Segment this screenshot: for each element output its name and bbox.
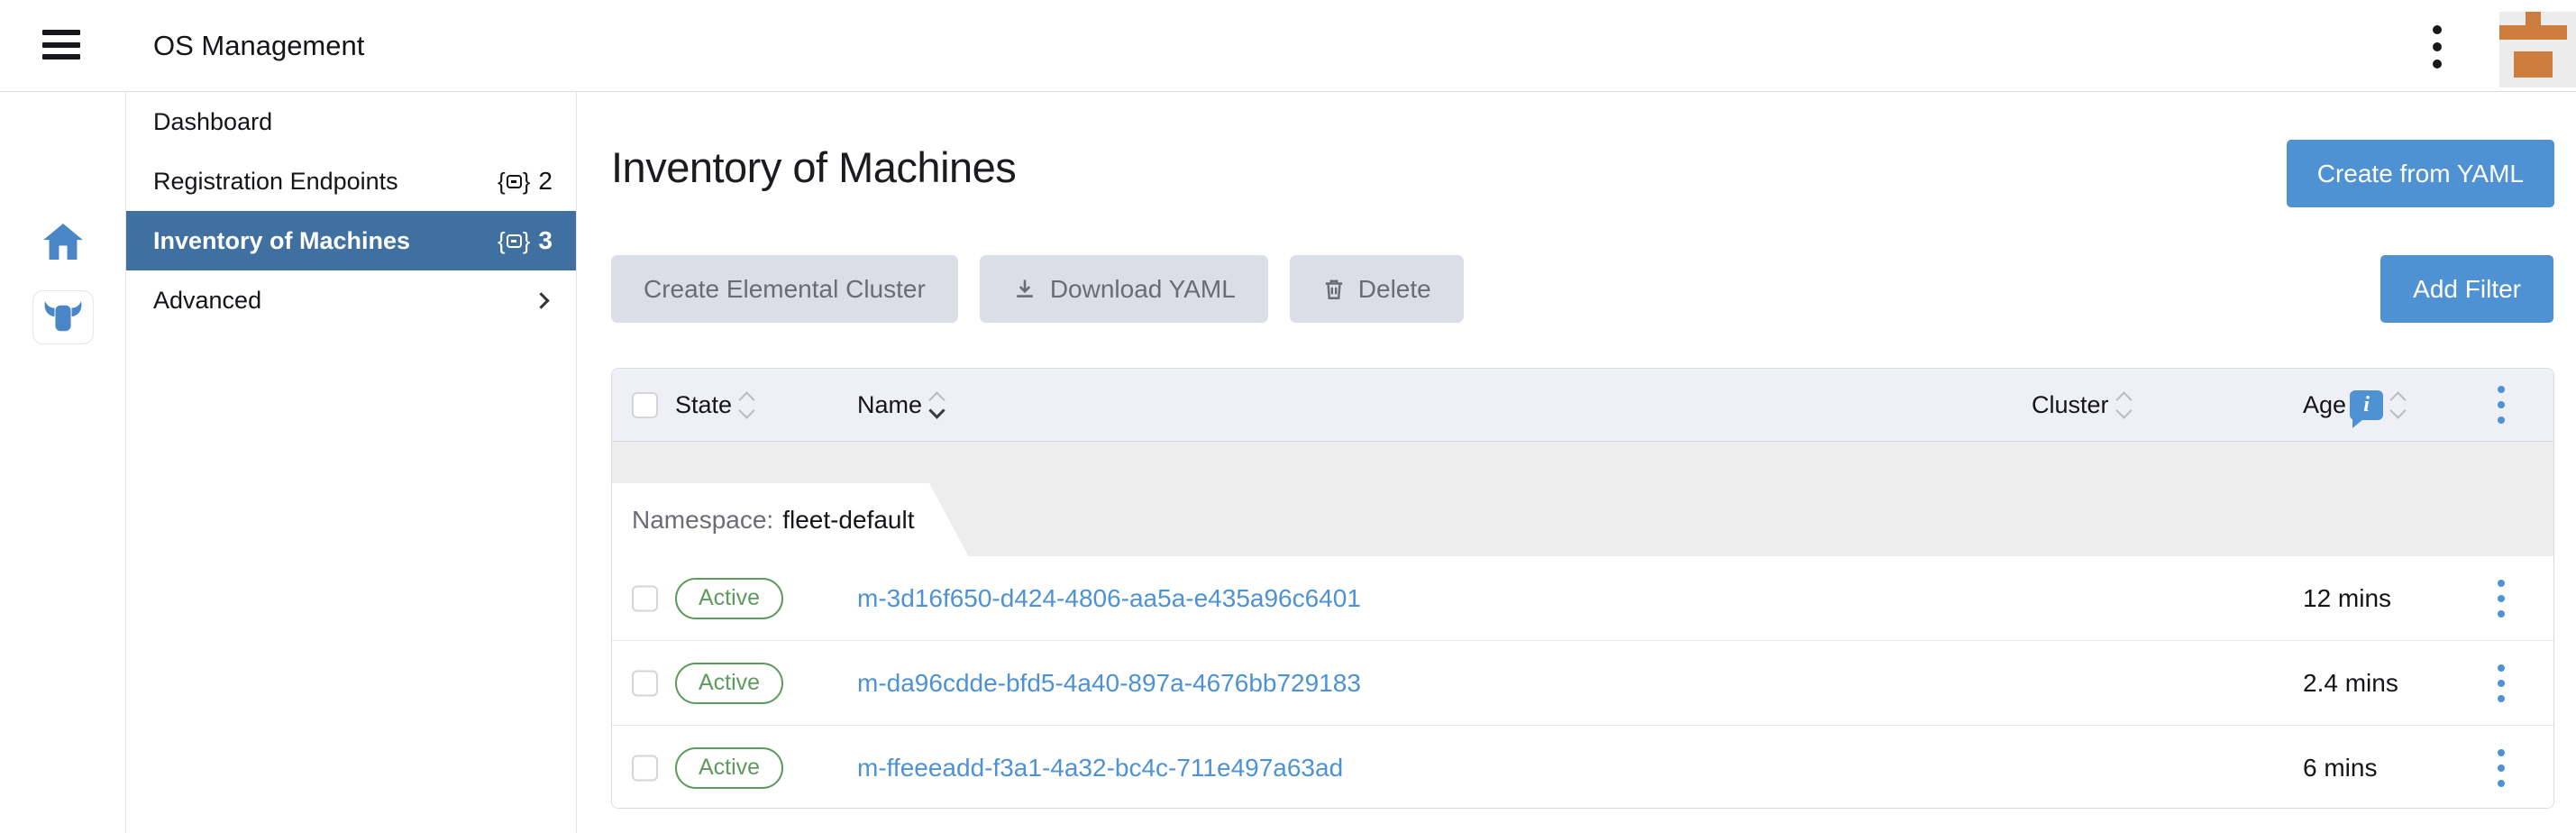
count-badge-icon [498, 168, 530, 196]
row-actions-kebab-icon[interactable] [2498, 664, 2505, 702]
row-checkbox[interactable] [632, 585, 658, 611]
sort-icon [931, 394, 943, 416]
namespace-group-header: Namespace: fleet-default [612, 442, 2553, 556]
age-cell: 2.4 mins [2303, 669, 2398, 698]
sidebar-item-inventory-of-machines[interactable]: Inventory of Machines 3 [126, 211, 576, 270]
download-yaml-button[interactable]: Download YAML [980, 255, 1268, 323]
column-header-cluster[interactable]: Cluster [2032, 369, 2130, 441]
home-icon[interactable] [43, 224, 83, 260]
row-actions-kebab-icon[interactable] [2498, 749, 2505, 787]
row-checkbox[interactable] [632, 670, 658, 696]
state-badge: Active [675, 663, 783, 704]
bull-icon [42, 300, 84, 334]
row-checkbox[interactable] [632, 755, 658, 781]
page-title: Inventory of Machines [611, 142, 1016, 192]
table-header: State Name Cluster Age i [612, 369, 2553, 442]
sidebar-item-dashboard[interactable]: Dashboard [126, 92, 576, 151]
namespace-value: fleet-default [782, 506, 914, 535]
column-header-age[interactable]: Age i [2303, 369, 2404, 441]
machine-name-link[interactable]: m-ffeeeadd-f3a1-4a32-bc4c-711e497a63ad [857, 754, 1343, 783]
brand-logo [2499, 12, 2576, 87]
sort-icon [741, 394, 753, 416]
count-badge-icon [498, 227, 530, 255]
info-tooltip-icon[interactable]: i [2350, 390, 2383, 420]
create-elemental-cluster-button[interactable]: Create Elemental Cluster [611, 255, 958, 323]
sort-icon [2118, 394, 2130, 416]
bulk-actions: Create Elemental Cluster Download YAML D… [611, 255, 1464, 323]
sidebar-item-advanced[interactable]: Advanced [126, 270, 576, 330]
top-bar: OS Management [0, 0, 2576, 92]
table-row: Active m-da96cdde-bfd5-4a40-897a-4676bb7… [612, 640, 2553, 725]
header-kebab-icon[interactable] [2428, 25, 2446, 69]
count-value: 2 [538, 167, 553, 196]
sidebar-item-registration-endpoints[interactable]: Registration Endpoints 2 [126, 151, 576, 211]
machine-name-link[interactable]: m-3d16f650-d424-4806-aa5a-e435a96c6401 [857, 584, 1361, 613]
namespace-label: Namespace: [632, 506, 773, 535]
column-header-state[interactable]: State [675, 369, 753, 441]
column-header-name[interactable]: Name [857, 369, 943, 441]
table-columns-kebab-icon[interactable] [2498, 386, 2505, 424]
machines-table: State Name Cluster Age i Namespace: flee… [611, 368, 2554, 809]
add-filter-button[interactable]: Add Filter [2380, 255, 2553, 323]
table-row: Active m-ffeeeadd-f3a1-4a32-bc4c-711e497… [612, 725, 2553, 809]
create-from-yaml-button[interactable]: Create from YAML [2287, 140, 2554, 207]
sort-icon [2392, 394, 2404, 416]
app-title: OS Management [153, 0, 364, 91]
table-rows: Active m-3d16f650-d424-4806-aa5a-e435a96… [612, 556, 2553, 809]
table-row: Active m-3d16f650-d424-4806-aa5a-e435a96… [612, 556, 2553, 640]
namespace-group-tab: Namespace: fleet-default [612, 483, 969, 557]
count-value: 3 [538, 226, 553, 255]
delete-button[interactable]: Delete [1290, 255, 1464, 323]
select-all-checkbox[interactable] [632, 392, 658, 418]
trash-icon [1322, 278, 1346, 301]
icon-rail [0, 92, 126, 833]
chevron-right-icon [533, 292, 549, 308]
row-actions-kebab-icon[interactable] [2498, 580, 2505, 618]
download-icon [1012, 277, 1037, 302]
state-badge: Active [675, 578, 783, 619]
age-cell: 6 mins [2303, 754, 2377, 783]
state-badge: Active [675, 747, 783, 789]
machine-name-link[interactable]: m-da96cdde-bfd5-4a40-897a-4676bb729183 [857, 669, 1361, 698]
menu-icon[interactable] [42, 30, 80, 60]
side-nav: Dashboard Registration Endpoints 2 Inven… [126, 92, 577, 833]
age-cell: 12 mins [2303, 584, 2391, 613]
elemental-app-button[interactable] [32, 290, 94, 344]
